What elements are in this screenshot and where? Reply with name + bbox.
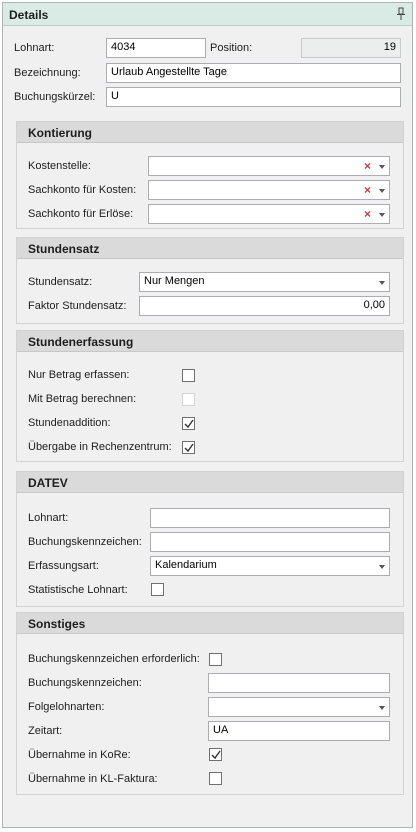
- bezeichnung-input[interactable]: Urlaub Angestellte Tage: [106, 63, 401, 83]
- chevron-down-icon[interactable]: [379, 706, 385, 710]
- stundensatz-title: Stundensatz: [28, 242, 100, 256]
- datev-bkz-label: Buchungskennzeichen:: [28, 536, 142, 548]
- uebernahme-kore-checkbox[interactable]: [209, 748, 222, 761]
- uebernahme-kore-label: Übernahme in KoRe:: [28, 749, 131, 761]
- datev-group: DATEV Lohnart: Buchungskennzeichen: Erfa…: [16, 471, 404, 607]
- datev-lohnart-label: Lohnart:: [28, 512, 69, 524]
- stundensatz-label: Stundensatz:: [28, 276, 93, 288]
- statistische-label: Statistische Lohnart:: [28, 584, 128, 596]
- sachkonto-erloese-combo[interactable]: ×: [148, 204, 390, 224]
- mit-betrag-checkbox: [182, 393, 195, 406]
- faktor-label: Faktor Stundensatz:: [28, 300, 127, 312]
- stundensatz-value: Nur Mengen: [144, 275, 205, 287]
- datev-title: DATEV: [28, 476, 68, 490]
- zeitart-label: Zeitart:: [28, 725, 63, 737]
- erfassungsart-value: Kalendarium: [155, 559, 217, 571]
- stundensatz-combo[interactable]: Nur Mengen: [139, 272, 390, 292]
- clear-x-icon[interactable]: ×: [364, 159, 371, 173]
- stundensatz-header: Stundensatz: [17, 238, 403, 259]
- datev-lohnart-input[interactable]: [150, 508, 390, 528]
- bkz-erforderlich-label: Buchungskennzeichen erforderlich:: [28, 653, 200, 665]
- sonstiges-header: Sonstiges: [17, 613, 403, 634]
- uebernahme-kl-checkbox[interactable]: [209, 772, 222, 785]
- erfassungsart-label: Erfassungsart:: [28, 560, 99, 572]
- stundenerfassung-group: Stundenerfassung Nur Betrag erfassen: Mi…: [16, 330, 404, 462]
- kostenstelle-combo[interactable]: ×: [148, 156, 390, 176]
- uebergabe-checkbox[interactable]: [182, 441, 195, 454]
- checkmark-icon: [184, 443, 194, 453]
- checkmark-icon: [211, 750, 221, 760]
- uebernahme-kl-label: Übernahme in KL-Faktura:: [28, 773, 158, 785]
- sonstiges-group: Sonstiges Buchungskennzeichen erforderli…: [16, 612, 404, 795]
- nur-betrag-label: Nur Betrag erfassen:: [28, 369, 130, 381]
- sonstiges-title: Sonstiges: [28, 617, 86, 631]
- panel-title: Details: [9, 8, 49, 22]
- datev-header: DATEV: [17, 472, 403, 493]
- stundenerfassung-header: Stundenerfassung: [17, 331, 403, 352]
- faktor-input[interactable]: 0,00: [139, 296, 390, 316]
- statistische-checkbox[interactable]: [151, 583, 164, 596]
- nur-betrag-checkbox[interactable]: [182, 369, 195, 382]
- kostenstelle-label: Kostenstelle:: [28, 160, 91, 172]
- bezeichnung-label: Bezeichnung:: [14, 67, 81, 79]
- sachkonto-kosten-combo[interactable]: ×: [148, 180, 390, 200]
- sonstiges-bkz-input[interactable]: [208, 673, 390, 693]
- chevron-down-icon[interactable]: [379, 281, 385, 285]
- datev-bkz-input[interactable]: [150, 532, 390, 552]
- bkz-erforderlich-checkbox[interactable]: [209, 653, 222, 666]
- lohnart-input[interactable]: 4034: [106, 38, 206, 58]
- uebergabe-label: Übergabe in Rechenzentrum:: [28, 441, 172, 453]
- chevron-down-icon[interactable]: [379, 165, 385, 169]
- panel-header: Details: [3, 3, 412, 26]
- kontierung-group: Kontierung Kostenstelle: × Sachkonto für…: [16, 121, 404, 229]
- mit-betrag-label: Mit Betrag berechnen:: [28, 393, 137, 405]
- position-field: 19: [301, 38, 401, 58]
- sonstiges-bkz-label: Buchungskennzeichen:: [28, 677, 142, 689]
- sachkonto-kosten-label: Sachkonto für Kosten:: [28, 184, 137, 196]
- stundenaddition-checkbox[interactable]: [182, 417, 195, 430]
- folgelohnarten-label: Folgelohnarten:: [28, 701, 105, 713]
- checkmark-icon: [184, 419, 194, 429]
- stundensatz-group: Stundensatz Stundensatz: Nur Mengen Fakt…: [16, 237, 404, 324]
- position-label: Position:: [210, 42, 253, 54]
- details-panel: Details Lohnart: 4034 Position: 19 Bezei…: [2, 2, 413, 828]
- clear-x-icon[interactable]: ×: [364, 207, 371, 221]
- zeitart-input[interactable]: UA: [208, 721, 390, 741]
- stundenerfassung-title: Stundenerfassung: [28, 335, 134, 349]
- chevron-down-icon[interactable]: [379, 213, 385, 217]
- stundenaddition-label: Stundenaddition:: [28, 417, 111, 429]
- erfassungsart-combo[interactable]: Kalendarium: [150, 556, 390, 576]
- buchungskuerzel-label: Buchungskürzel:: [14, 91, 96, 103]
- buchungskuerzel-input[interactable]: U: [106, 87, 401, 107]
- kontierung-title: Kontierung: [28, 126, 92, 140]
- folgelohnarten-combo[interactable]: [208, 697, 390, 717]
- sachkonto-erloese-label: Sachkonto für Erlöse:: [28, 208, 134, 220]
- pin-icon[interactable]: [396, 7, 406, 21]
- chevron-down-icon[interactable]: [379, 189, 385, 193]
- lohnart-label: Lohnart:: [14, 42, 55, 54]
- kontierung-header: Kontierung: [17, 122, 403, 143]
- clear-x-icon[interactable]: ×: [364, 183, 371, 197]
- chevron-down-icon[interactable]: [379, 565, 385, 569]
